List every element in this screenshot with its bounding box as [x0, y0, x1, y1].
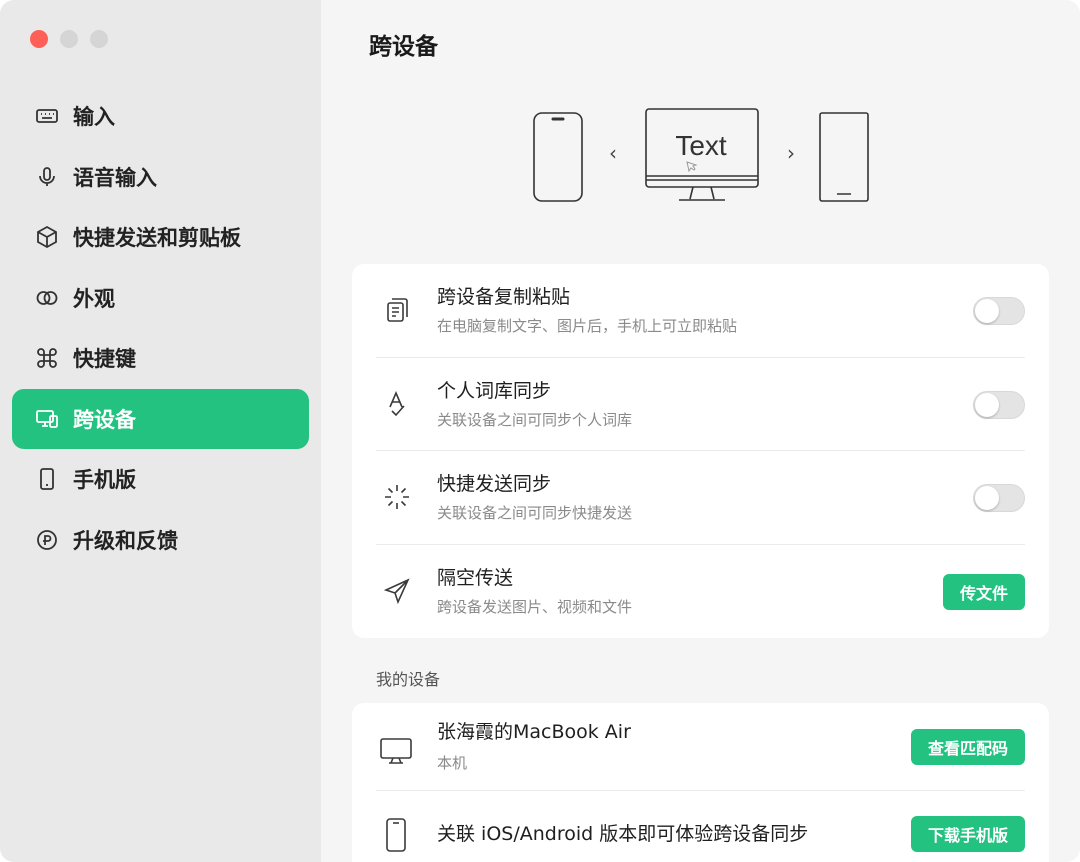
devices-icon	[34, 406, 60, 432]
feature-title: 跨设备复制粘贴	[437, 286, 571, 308]
feature-desc: 跨设备发送图片、视频和文件	[437, 597, 633, 616]
sidebar-item-label: 外观	[73, 286, 115, 311]
feature-row-dictionary-sync: 个人词库同步 关联设备之间可同步个人词库	[376, 358, 1025, 451]
device-title: 张海霞的MacBook Air	[437, 721, 631, 743]
feature-row-airdrop: 隔空传送 跨设备发送图片、视频和文件 传文件	[376, 545, 1025, 639]
phone-icon	[376, 815, 416, 855]
feature-title: 快捷发送同步	[437, 473, 552, 495]
feature-desc: 关联设备之间可同步快捷发送	[437, 504, 633, 522]
clipboard-icon	[380, 293, 414, 327]
phone-illustration-icon	[533, 112, 583, 202]
phone-icon	[34, 466, 60, 492]
sidebar-item-label: 手机版	[73, 468, 136, 492]
my-devices-label: 我的设备	[376, 670, 441, 689]
clipboard-sync-toggle[interactable]	[973, 297, 1025, 325]
sidebar-item-appearance[interactable]: 外观	[12, 268, 309, 328]
sidebar-item-label: 跨设备	[73, 407, 136, 432]
sidebar-item-mobile[interactable]: 手机版	[12, 449, 309, 509]
device-row-this-mac: 张海霞的MacBook Air 本机 查看匹配码	[376, 703, 1025, 791]
feature-row-clipboard-sync: 跨设备复制粘贴 在电脑复制文字、图片后，手机上可立即粘贴	[376, 264, 1025, 358]
send-icon	[380, 574, 414, 608]
device-row-link-mobile: 关联 iOS/Android 版本即可体验跨设备同步 下载手机版	[376, 791, 1025, 862]
dictionary-icon	[380, 387, 414, 421]
sidebar-item-voice-input[interactable]: 语音输入	[12, 147, 309, 207]
device-desc: 本机	[437, 754, 468, 772]
feature-title: 个人词库同步	[437, 379, 552, 402]
maximize-window-button[interactable]	[90, 30, 108, 48]
feature-desc: 在电脑复制文字、图片后，手机上可立即粘贴	[437, 317, 738, 335]
page-title: 跨设备	[369, 34, 438, 60]
monitor-icon	[376, 730, 416, 770]
sidebar-item-label: 升级和反馈	[73, 528, 178, 553]
sidebar: 输入 语音输入 快捷发送和剪贴板 外观 快捷键 跨设备 手机版 升级和反馈	[0, 0, 321, 862]
sidebar-item-input[interactable]: 输入	[12, 86, 309, 146]
sidebar-item-label: 快捷发送和剪贴板	[73, 226, 241, 250]
quick-send-sync-toggle[interactable]	[973, 484, 1025, 512]
feature-desc: 关联设备之间可同步个人词库	[437, 410, 633, 429]
rings-icon	[34, 285, 60, 311]
sidebar-item-label: 输入	[73, 105, 115, 129]
feature-title: 隔空传送	[437, 566, 514, 589]
traffic-lights	[30, 30, 108, 48]
minimize-window-button[interactable]	[60, 30, 78, 48]
upgrade-icon	[34, 527, 60, 553]
close-window-button[interactable]	[30, 30, 48, 48]
main-panel: 跨设备 ‹ › Text 跨设备复制粘贴 在电脑复制文字、图片后，手机上可立即粘…	[321, 0, 1080, 862]
microphone-icon	[34, 164, 60, 190]
feature-row-quick-send-sync: 快捷发送同步 关联设备之间可同步快捷发送	[376, 451, 1025, 545]
cube-icon	[34, 224, 60, 250]
sync-features-card: 跨设备复制粘贴 在电脑复制文字、图片后，手机上可立即粘贴 个人词库同步 关联设备…	[352, 264, 1049, 638]
keyboard-icon	[34, 103, 60, 129]
dictionary-sync-toggle[interactable]	[973, 390, 1025, 419]
sidebar-item-label: 快捷键	[73, 347, 136, 371]
sidebar-item-cross-device[interactable]: 跨设备	[12, 388, 309, 449]
device-title: 关联 iOS/Android 版本即可体验跨设备同步	[437, 823, 809, 845]
right-arrow-icon: ›	[787, 141, 795, 165]
cross-device-illustration: ‹ › Text	[533, 108, 869, 202]
sidebar-item-upgrade-feedback[interactable]: 升级和反馈	[12, 510, 309, 570]
download-mobile-button[interactable]: 下载手机版	[910, 816, 1025, 852]
settings-window: 输入 语音输入 快捷发送和剪贴板 外观 快捷键 跨设备 手机版 升级和反馈 跨设…	[0, 0, 1080, 862]
my-devices-card: 张海霞的MacBook Air 本机 查看匹配码 关联 iOS/Android …	[352, 703, 1049, 862]
send-file-button[interactable]: 传文件	[942, 573, 1025, 610]
command-icon	[34, 345, 60, 371]
left-arrow-icon: ‹	[609, 141, 617, 165]
screen-text: Text	[675, 130, 727, 161]
sidebar-item-quick-send-clipboard[interactable]: 快捷发送和剪贴板	[12, 207, 309, 267]
sidebar-item-shortcuts[interactable]: 快捷键	[12, 328, 309, 388]
sidebar-item-label: 语音输入	[73, 165, 157, 190]
view-pairing-code-button[interactable]: 查看匹配码	[910, 729, 1025, 765]
tablet-illustration-icon	[819, 112, 869, 202]
sidebar-nav: 输入 语音输入 快捷发送和剪贴板 外观 快捷键 跨设备 手机版 升级和反馈	[12, 86, 309, 570]
sparkle-icon	[380, 480, 414, 514]
